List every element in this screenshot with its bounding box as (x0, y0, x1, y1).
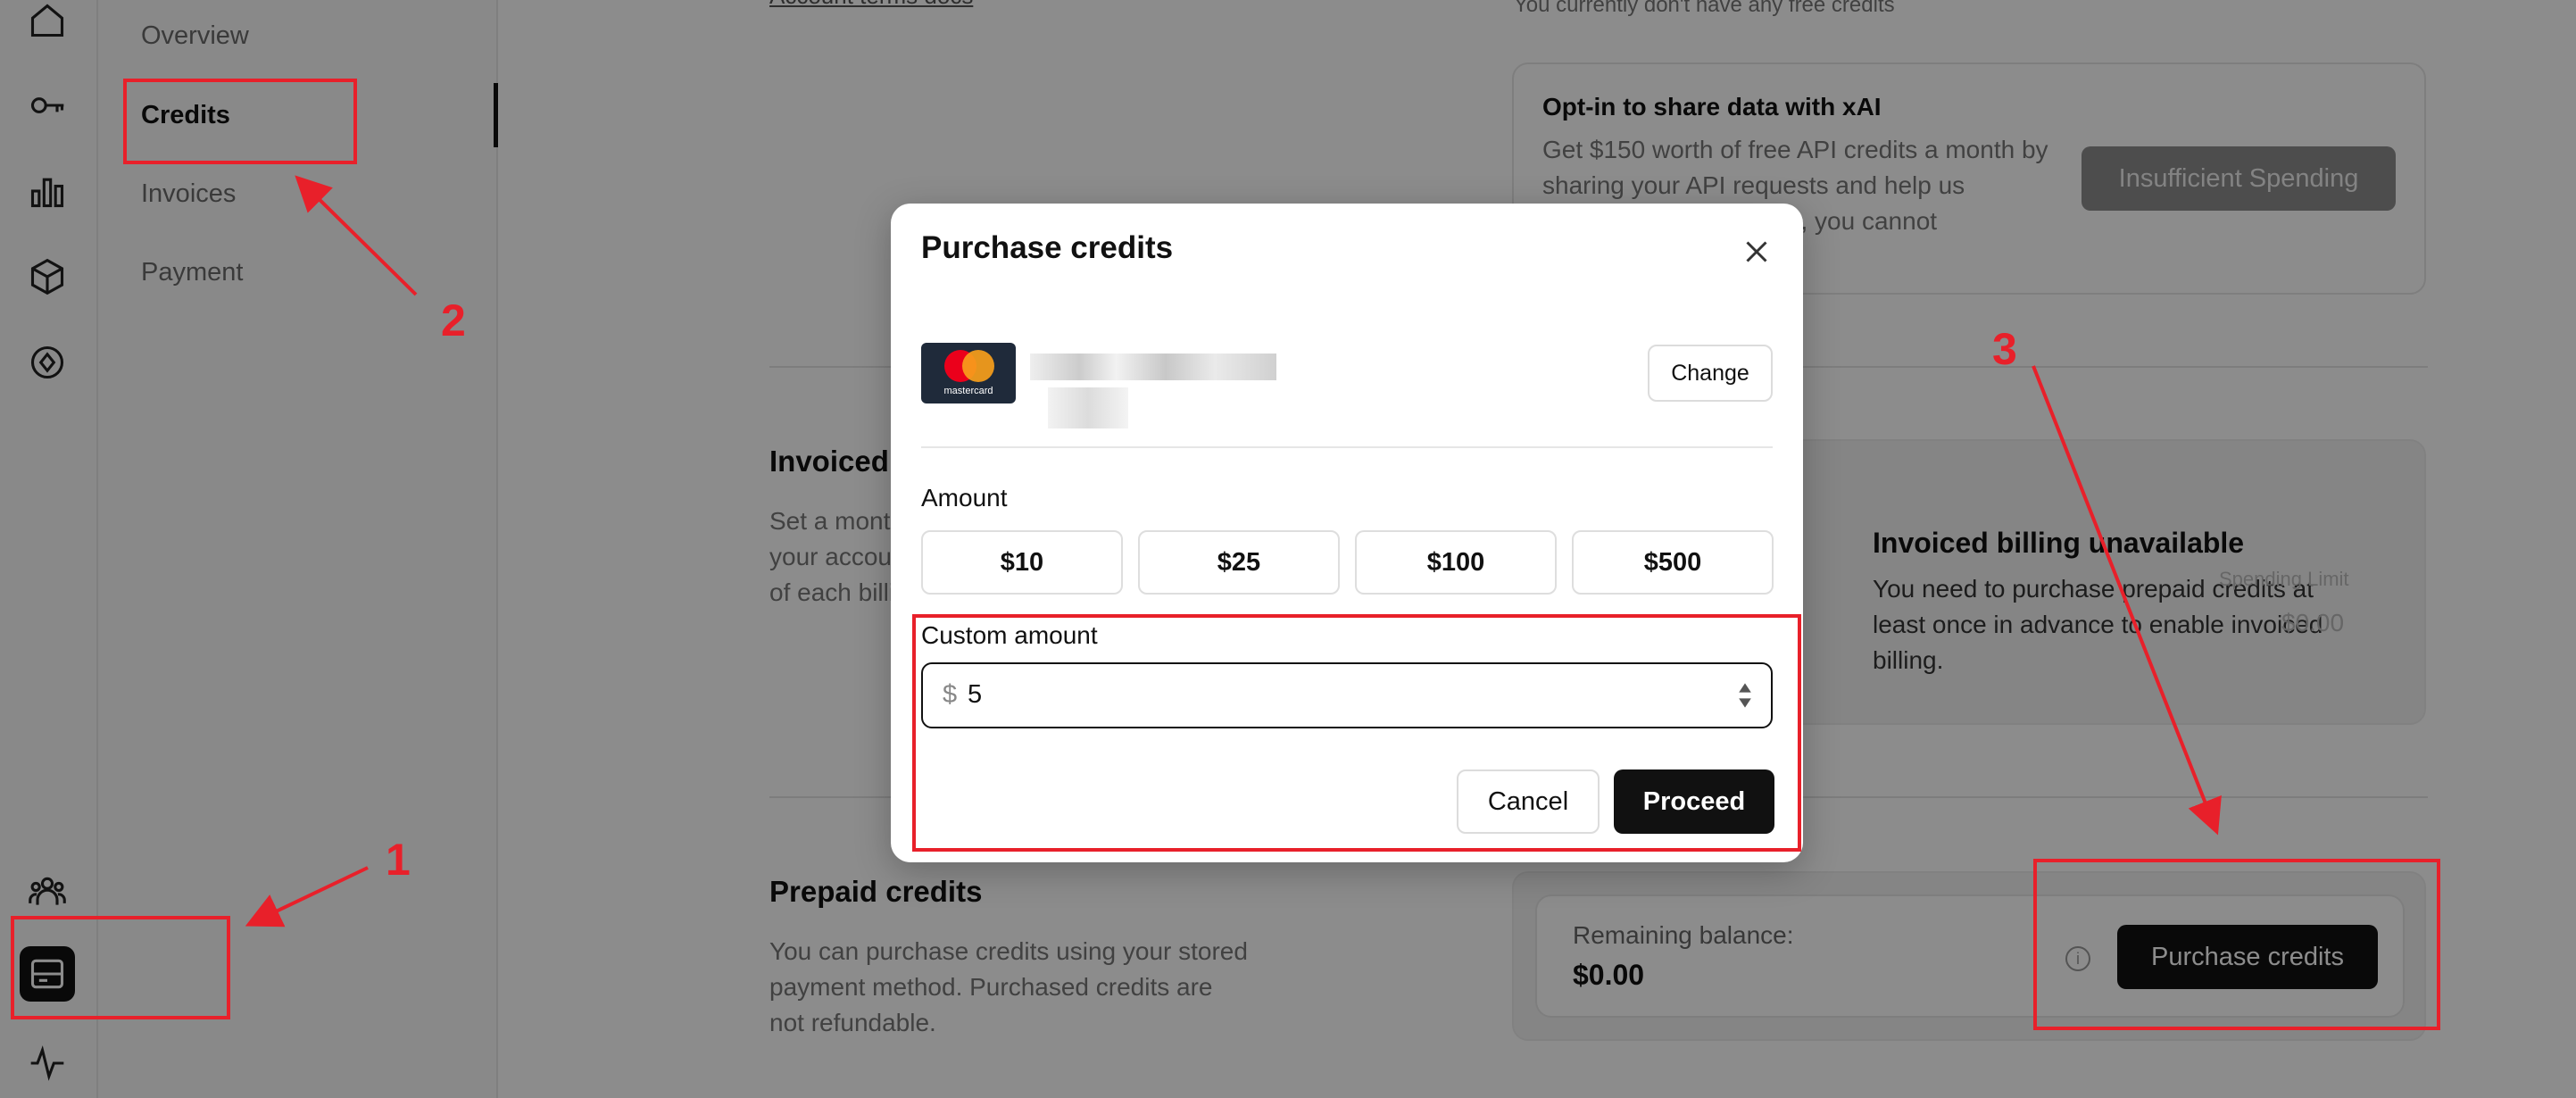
annotation-arrows (245, 175, 2222, 927)
